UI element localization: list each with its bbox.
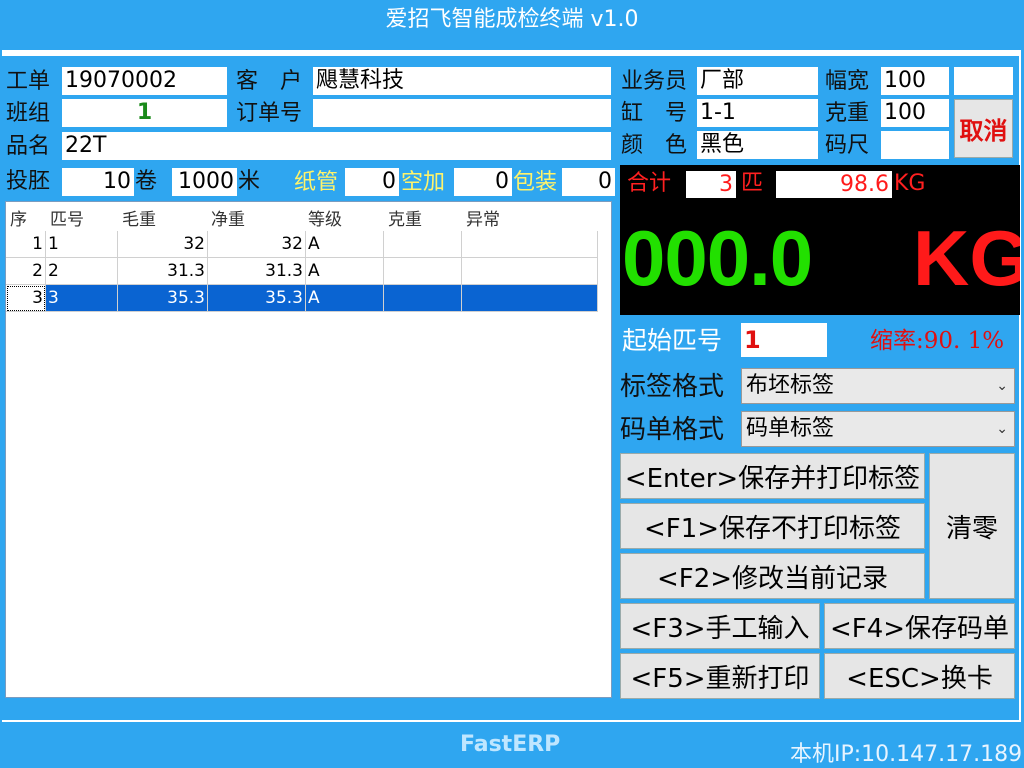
cell-gross: 31.3 (118, 258, 208, 285)
app-title: 爱招飞智能成检终端 v1.0 (385, 7, 639, 32)
records-table[interactable]: 序 匹号 毛重 净重 等级 克重 异常 1 1 32 32 A 2 2 31.3… (5, 201, 612, 698)
gram-field[interactable]: 100 (881, 99, 949, 127)
feed-meters-field[interactable]: 1000 (172, 168, 237, 196)
cell-gram (384, 258, 462, 285)
code-format-label: 码单格式 (620, 415, 725, 445)
team-field[interactable]: 1 (62, 99, 227, 127)
cell-net: 32 (208, 231, 306, 258)
cell-grade: A (306, 285, 384, 312)
cell-gram (384, 231, 462, 258)
cancel-button[interactable]: 取消 (954, 99, 1013, 158)
team-label: 班组 (6, 101, 51, 126)
weight-readout: 000.0 (622, 214, 813, 302)
order-no-label: 订单号 (236, 101, 303, 126)
label-format-select[interactable]: 布坯标签 ⌄ (741, 368, 1015, 404)
color-label: 颜 色 (621, 133, 688, 158)
width-extra-field[interactable] (954, 67, 1013, 95)
total-label: 合计 (627, 171, 672, 196)
chevron-down-icon: ⌄ (996, 421, 1008, 437)
product-label: 品名 (6, 134, 51, 159)
code-format-value: 码单标签 (746, 416, 835, 441)
clear-button[interactable]: 清零 (929, 453, 1015, 599)
packing-label: 包装 (513, 170, 558, 195)
cell-grade: A (306, 231, 384, 258)
meters-unit: 米 (238, 169, 261, 194)
chevron-down-icon: ⌄ (996, 378, 1008, 394)
save-code-sheet-button[interactable]: <F4>保存码单 (824, 603, 1015, 649)
cell-abnormal (462, 231, 598, 258)
packing-field[interactable]: 0 (562, 168, 615, 196)
feed-rolls-field[interactable]: 10 (62, 168, 134, 196)
local-ip: 本机IP:10.147.17.189 (790, 742, 1023, 767)
work-order-label: 工单 (6, 69, 51, 94)
cell-seq: 3 (6, 285, 46, 312)
customer-field[interactable]: 飓慧科技 (313, 67, 611, 95)
code-format-select[interactable]: 码单标签 ⌄ (741, 411, 1015, 447)
paper-tube-field[interactable]: 0 (345, 168, 399, 196)
customer-label: 客 户 (236, 69, 303, 94)
cell-piece-no: 3 (46, 285, 118, 312)
total-weight-field: 98.6 (776, 171, 892, 198)
cell-abnormal (462, 258, 598, 285)
col-header-piece-no[interactable]: 匹号 (50, 205, 84, 230)
cell-net: 31.3 (208, 258, 306, 285)
table-row[interactable]: 2 2 31.3 31.3 A (6, 258, 598, 285)
vat-label: 缸 号 (621, 101, 688, 126)
cell-piece-no: 2 (46, 258, 118, 285)
brand-logo: FastERP (460, 732, 561, 757)
cell-abnormal (462, 285, 598, 312)
color-field[interactable]: 黑色 (697, 131, 818, 159)
cell-grade: A (306, 258, 384, 285)
order-no-field[interactable] (313, 99, 611, 127)
vat-field[interactable]: 1-1 (697, 99, 818, 127)
rolls-unit: 卷 (135, 169, 158, 194)
cell-seq: 1 (6, 231, 46, 258)
empty-label: 空加 (401, 170, 446, 195)
col-header-gram[interactable]: 克重 (388, 205, 422, 230)
feed-label: 投胚 (6, 169, 51, 194)
start-no-label: 起始匹号 (622, 326, 723, 355)
col-header-net[interactable]: 净重 (211, 205, 245, 230)
cell-gross: 32 (118, 231, 208, 258)
total-count-field: 3 (686, 171, 736, 198)
ruler-label: 码尺 (825, 133, 870, 158)
shrink-rate: 缩率:90. 1% (870, 328, 1005, 354)
cell-gram (384, 285, 462, 312)
col-header-abnormal[interactable]: 异常 (466, 205, 500, 230)
weight-readout-unit: KG (913, 214, 1020, 302)
table-row[interactable]: 1 1 32 32 A (6, 231, 598, 258)
save-and-print-button[interactable]: <Enter>保存并打印标签 (620, 453, 925, 499)
label-format-label: 标签格式 (620, 372, 725, 402)
reprint-button[interactable]: <F5>重新打印 (620, 653, 820, 699)
change-card-button[interactable]: <ESC>换卡 (824, 653, 1015, 699)
sales-field[interactable]: 厂部 (697, 67, 818, 95)
width-field[interactable]: 100 (881, 67, 949, 95)
product-field[interactable]: 22T (62, 132, 611, 160)
cell-seq: 2 (6, 258, 46, 285)
save-no-print-button[interactable]: <F1>保存不打印标签 (620, 503, 925, 549)
cell-gross: 35.3 (118, 285, 208, 312)
col-header-seq[interactable]: 序 (10, 205, 27, 230)
cell-piece-no: 1 (46, 231, 118, 258)
sales-label: 业务员 (621, 69, 688, 94)
col-header-gross[interactable]: 毛重 (122, 205, 156, 230)
empty-field[interactable]: 0 (454, 168, 512, 196)
paper-tube-label: 纸管 (294, 170, 339, 195)
label-format-value: 布坯标签 (746, 373, 835, 398)
gram-label: 克重 (825, 101, 870, 126)
count-unit: 匹 (741, 171, 764, 196)
cell-net: 35.3 (208, 285, 306, 312)
col-header-grade[interactable]: 等级 (308, 205, 342, 230)
edit-record-button[interactable]: <F2>修改当前记录 (620, 553, 925, 599)
weight-unit: KG (894, 171, 926, 196)
width-label: 幅宽 (825, 69, 870, 94)
start-no-field[interactable]: 1 (741, 323, 827, 357)
ruler-field[interactable] (881, 131, 949, 159)
table-row-selected[interactable]: 3 3 35.3 35.3 A (6, 285, 598, 312)
work-order-field[interactable]: 19070002 (62, 67, 227, 95)
manual-input-button[interactable]: <F3>手工输入 (620, 603, 820, 649)
